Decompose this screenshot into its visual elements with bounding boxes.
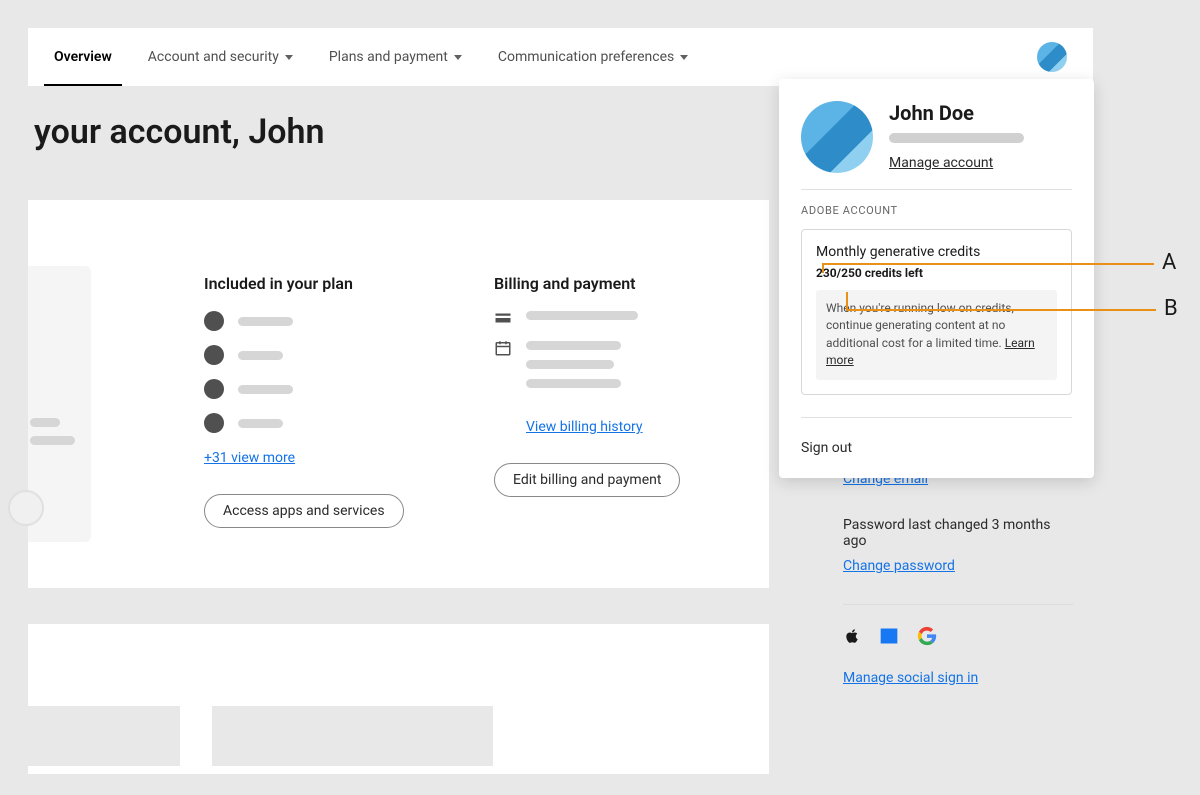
callout-b-line: [846, 309, 1156, 311]
callout-a-line: [822, 263, 1154, 265]
credits-count: 230/250 credits left: [816, 266, 1057, 280]
nav-account-security-label: Account and security: [148, 49, 279, 65]
plan-app-row: [204, 413, 464, 433]
calendar-icon: [494, 339, 512, 357]
chevron-down-icon: [454, 55, 462, 60]
plan-app-row: [204, 379, 464, 399]
plan-section-title: Included in your plan: [204, 274, 464, 293]
placeholder-text: [238, 419, 283, 428]
view-billing-link[interactable]: View billing history: [526, 419, 643, 435]
bottom-placeholder: [212, 706, 493, 766]
placeholder-line: [30, 436, 75, 445]
manage-account-link[interactable]: Manage account: [889, 155, 1072, 171]
credits-title: Monthly generative credits: [816, 244, 1057, 260]
nav-plans-payment-label: Plans and payment: [329, 49, 448, 65]
divider: [843, 604, 1073, 605]
edit-billing-button[interactable]: Edit billing and payment: [494, 463, 680, 497]
nav-account-security[interactable]: Account and security: [130, 28, 311, 86]
callout-b-label: B: [1164, 296, 1178, 321]
credits-box: Monthly generative credits 230/250 credi…: [801, 229, 1072, 395]
account-popover: John Doe Manage account ADOBE ACCOUNT Mo…: [779, 79, 1094, 478]
app-icon: [204, 413, 224, 433]
plan-app-row: [204, 345, 464, 365]
nav-overview-label: Overview: [54, 49, 112, 65]
callout-a-label: A: [1162, 250, 1176, 275]
placeholder-line: [30, 418, 60, 427]
avatar-button[interactable]: [1037, 42, 1067, 72]
change-password-link[interactable]: Change password: [843, 558, 955, 574]
chevron-down-icon: [680, 55, 688, 60]
placeholder-text: [526, 311, 638, 320]
bottom-placeholder: [28, 706, 180, 766]
placeholder-text: [889, 133, 1024, 143]
nav-communication-prefs-label: Communication preferences: [498, 49, 674, 65]
popover-user-name: John Doe: [889, 101, 1072, 125]
placeholder-text: [526, 341, 621, 350]
billing-section: Billing and payment View billing history…: [494, 274, 754, 497]
app-icon: [204, 379, 224, 399]
page-title: your account, John: [34, 112, 324, 152]
plan-section: Included in your plan +31 view more Acce…: [204, 274, 464, 528]
view-more-link[interactable]: +31 view more: [204, 450, 295, 466]
nav-plans-payment[interactable]: Plans and payment: [311, 28, 480, 86]
divider: [801, 417, 1072, 418]
access-apps-button[interactable]: Access apps and services: [204, 494, 404, 528]
nav-overview[interactable]: Overview: [36, 28, 130, 86]
placeholder-text: [238, 385, 293, 394]
social-row: [843, 625, 1073, 651]
credit-card-icon: [494, 309, 512, 327]
nav-communication-prefs[interactable]: Communication preferences: [480, 28, 706, 86]
placeholder-text: [526, 379, 621, 388]
billing-card-row: [494, 311, 754, 327]
avatar: [801, 101, 873, 173]
callout-b-tick: [846, 292, 848, 309]
chevron-down-icon: [285, 55, 293, 60]
facebook-icon: [879, 626, 899, 650]
billing-section-title: Billing and payment: [494, 274, 754, 293]
page-title-area: your account, John: [34, 112, 324, 152]
app-icon: [204, 311, 224, 331]
placeholder-text: [526, 360, 614, 369]
password-changed-text: Password last changed 3 months ago: [843, 517, 1073, 549]
placeholder-text: [238, 351, 283, 360]
placeholder-text: [238, 317, 293, 326]
google-icon: [917, 626, 937, 650]
app-icon: [204, 345, 224, 365]
credits-info: When you're running low on credits, cont…: [816, 290, 1057, 380]
placeholder-circle: [8, 490, 44, 526]
plan-app-row: [204, 311, 464, 331]
popover-section-label: ADOBE ACCOUNT: [801, 204, 1072, 217]
billing-date-row: [494, 341, 754, 388]
divider: [801, 189, 1072, 190]
apple-icon: [843, 625, 861, 651]
manage-social-link[interactable]: Manage social sign in: [843, 670, 978, 686]
sign-out-button[interactable]: Sign out: [801, 440, 1072, 456]
